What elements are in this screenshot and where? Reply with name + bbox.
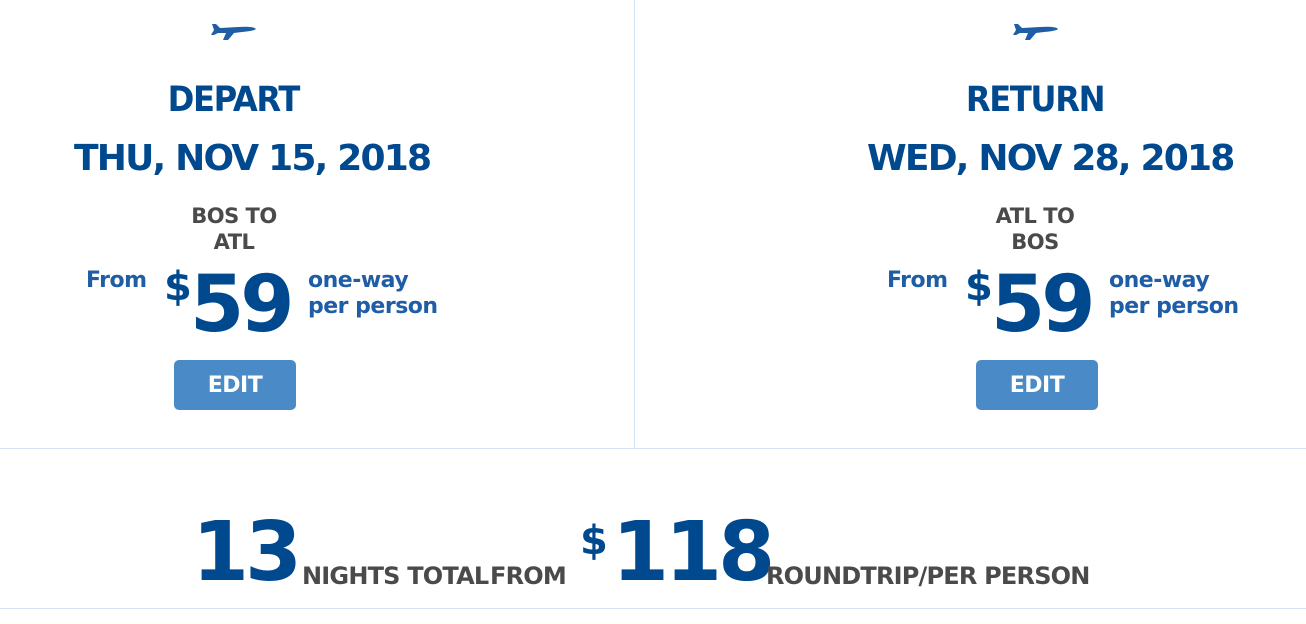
- depart-desc-perperson: per person: [308, 294, 438, 319]
- nights-total-label: NIGHTS TOTAL: [302, 562, 489, 590]
- roundtrip-label: ROUNDTRIP/PER PERSON: [766, 562, 1090, 590]
- depart-panel: DEPART THU, NOV 15, 2018 BOS TO ATL From…: [0, 0, 634, 448]
- plane-icon: [1010, 16, 1062, 42]
- section-divider-bottom: [0, 608, 1306, 609]
- return-route-origin: ATL TO: [995, 204, 1075, 228]
- depart-from-label: From: [86, 268, 147, 293]
- depart-desc-oneway: one-way: [308, 268, 409, 293]
- section-divider-top: [0, 448, 1306, 449]
- plane-icon: [208, 16, 260, 42]
- nights-count: 13: [192, 505, 302, 600]
- return-desc-oneway: one-way: [1109, 268, 1210, 293]
- return-desc-perperson: per person: [1109, 294, 1239, 319]
- depart-route-destination: ATL: [213, 230, 255, 254]
- return-price-desc: one-way per person: [1109, 268, 1239, 320]
- return-edit-button[interactable]: EDIT: [976, 360, 1098, 410]
- roundtrip-total-price: 118: [612, 505, 775, 600]
- depart-date: THU, NOV 15, 2018: [74, 138, 432, 179]
- return-route-destination: BOS: [1011, 230, 1059, 254]
- return-date: WED, NOV 28, 2018: [867, 138, 1235, 179]
- depart-currency: $: [164, 264, 192, 310]
- depart-price: 59: [190, 260, 295, 350]
- return-price: 59: [991, 260, 1096, 350]
- summary-currency: $: [580, 518, 608, 564]
- depart-price-desc: one-way per person: [308, 268, 438, 320]
- return-from-label: From: [887, 268, 948, 293]
- return-title: RETURN: [965, 80, 1106, 120]
- depart-route: BOS TO ATL: [154, 203, 314, 255]
- return-route: ATL TO BOS: [955, 203, 1115, 255]
- depart-edit-button[interactable]: EDIT: [174, 360, 296, 410]
- depart-title: DEPART: [167, 80, 301, 120]
- return-panel: RETURN WED, NOV 28, 2018 ATL TO BOS From…: [635, 0, 1306, 448]
- return-currency: $: [965, 264, 993, 310]
- summary-from-label: FROM: [490, 562, 567, 590]
- depart-route-origin: BOS TO: [191, 204, 277, 228]
